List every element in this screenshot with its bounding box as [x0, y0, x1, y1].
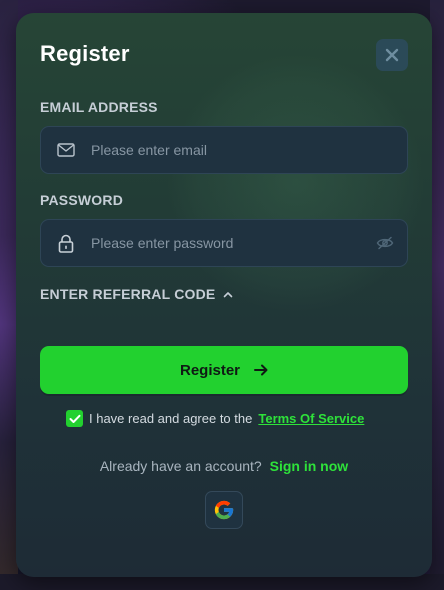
password-label: PASSWORD — [40, 192, 124, 208]
lock-icon — [41, 220, 91, 266]
register-button-label: Register — [179, 361, 241, 379]
referral-code-toggle[interactable]: ENTER REFERRAL CODE — [40, 286, 233, 302]
toggle-password-visibility[interactable] — [363, 220, 407, 266]
modal-background-glow — [166, 53, 426, 313]
signin-prompt: Already have an account? Sign in now — [16, 458, 432, 474]
email-field-container[interactable] — [40, 126, 408, 174]
sign-in-link[interactable]: Sign in now — [270, 458, 349, 474]
password-field-container[interactable] — [40, 219, 408, 267]
google-icon — [214, 500, 234, 520]
terms-checkbox[interactable] — [66, 410, 83, 427]
terms-text: I have read and agree to the — [89, 411, 253, 426]
password-input[interactable] — [91, 221, 363, 265]
referral-code-label: ENTER REFERRAL CODE — [40, 286, 216, 302]
check-icon — [69, 414, 80, 423]
modal-title: Register — [40, 41, 130, 66]
terms-of-service-link[interactable]: Terms Of Service — [258, 411, 364, 426]
signin-text: Already have an account? — [99, 458, 262, 474]
close-icon — [385, 48, 399, 62]
background-right-strip — [430, 0, 444, 590]
close-button[interactable] — [376, 39, 408, 71]
terms-agreement: I have read and agree to the Terms Of Se… — [66, 410, 364, 427]
register-modal: Register EMAIL ADDRESS PASSWORD — [16, 13, 432, 577]
email-input[interactable] — [91, 128, 407, 172]
mail-icon — [41, 127, 91, 173]
google-login-button[interactable] — [205, 491, 243, 529]
email-label: EMAIL ADDRESS — [40, 99, 158, 115]
register-button[interactable]: Register — [40, 346, 408, 394]
chevron-up-icon — [223, 291, 233, 298]
eye-off-icon — [376, 236, 394, 250]
arrow-right-icon — [254, 364, 268, 376]
